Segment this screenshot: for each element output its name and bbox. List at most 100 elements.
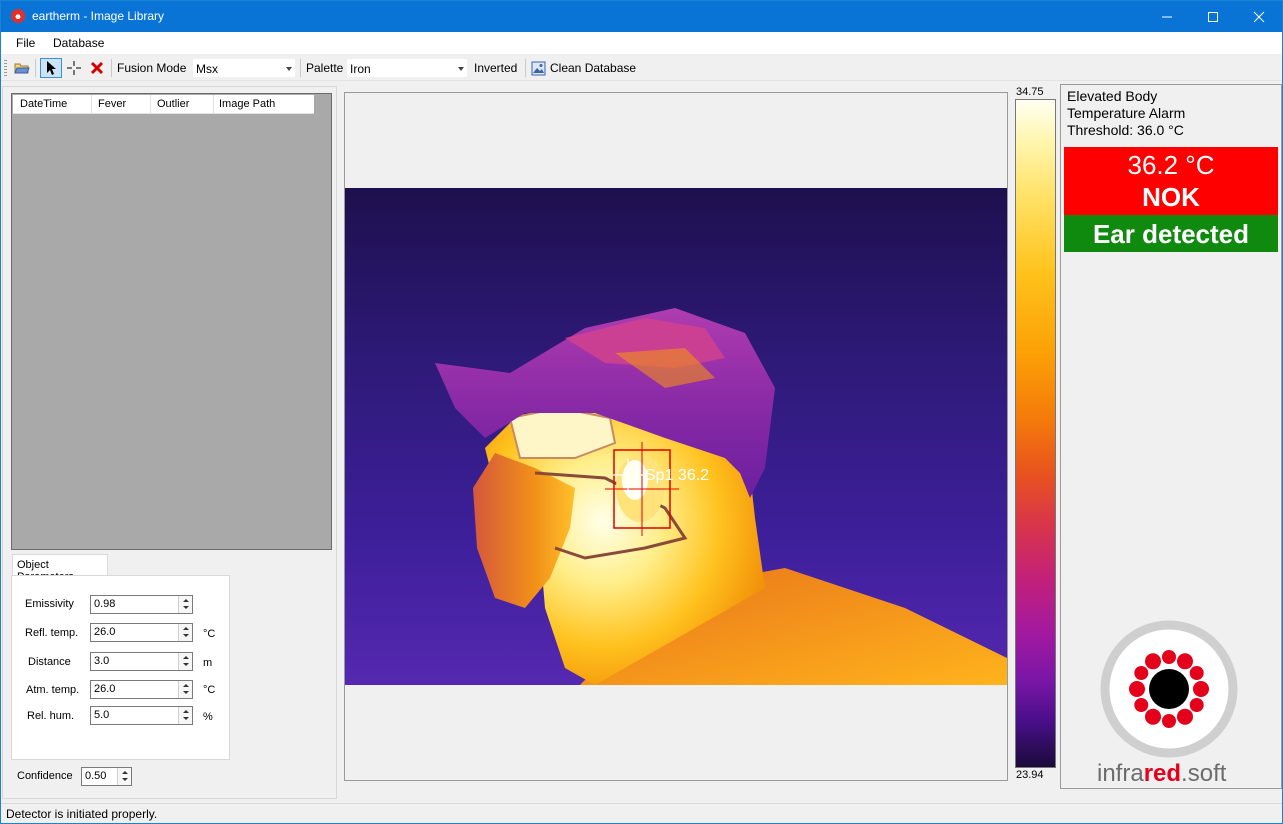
toolbar: Fusion Mode Msx Palette Iron Inverted Cl…	[1, 55, 1282, 81]
database-clean-icon	[531, 61, 545, 75]
arrow-down-icon	[183, 606, 189, 609]
stepper-buttons[interactable]	[178, 707, 192, 724]
palette-select[interactable]: Iron	[346, 58, 468, 78]
temperature-alarm-box: 36.2 °C NOK	[1064, 147, 1278, 215]
logo-dot	[1177, 653, 1193, 670]
logo-dot	[1177, 708, 1193, 725]
open-folder-button[interactable]	[11, 58, 33, 78]
crosshair-button[interactable]	[63, 58, 85, 78]
colorbar-max: 34.75	[1016, 86, 1044, 98]
logo-dot	[1129, 681, 1145, 697]
chevron-down-icon	[458, 67, 464, 71]
arrow-down-icon	[183, 634, 189, 637]
distance-stepper[interactable]: 3.0	[90, 652, 193, 671]
open-folder-icon	[14, 63, 30, 74]
image-list[interactable]: DateTime Fever Outlier Image Path	[11, 93, 332, 550]
arrow-up-icon	[183, 684, 189, 687]
list-header: DateTime Fever Outlier Image Path	[13, 95, 314, 114]
logo-dot	[1134, 698, 1149, 712]
column-outlier[interactable]: Outlier	[157, 98, 189, 110]
palette-value: Iron	[350, 62, 371, 76]
rel-hum-label: Rel. hum.	[27, 710, 75, 722]
close-icon	[1253, 11, 1265, 23]
emissivity-label: Emissivity	[25, 598, 74, 610]
arrow-down-icon	[122, 778, 128, 781]
fusion-mode-label: Fusion Mode	[117, 61, 187, 75]
minimize-icon	[1162, 16, 1172, 18]
close-button[interactable]	[1236, 1, 1282, 32]
fusion-mode-select[interactable]: Msx	[192, 58, 296, 78]
confidence-stepper[interactable]: 0.50	[81, 767, 132, 786]
logo-dot	[1189, 666, 1204, 680]
confidence-value: 0.50	[85, 770, 107, 782]
status-bar: Detector is initiated properly.	[1, 803, 1282, 823]
arrow-up-icon	[183, 710, 189, 713]
maximize-button[interactable]	[1190, 1, 1236, 32]
logo-text-c: .soft	[1181, 760, 1227, 787]
maximize-icon	[1208, 12, 1218, 22]
chevron-down-icon	[286, 67, 292, 71]
atm-temp-value: 26.0	[94, 683, 116, 695]
alarm-title-line2: Temperature Alarm	[1067, 105, 1186, 121]
app-window: eartherm - Image Library File Database F…	[0, 0, 1283, 824]
toolbar-grip[interactable]	[4, 60, 7, 76]
clean-database-button[interactable]: Clean Database	[550, 61, 636, 75]
minimize-button[interactable]	[1144, 1, 1190, 32]
refl-temp-unit: °C	[203, 628, 216, 640]
alarm-status: NOK	[1142, 182, 1200, 212]
stepper-buttons[interactable]	[117, 768, 131, 785]
column-datetime[interactable]: DateTime	[20, 98, 67, 110]
confidence-label: Confidence	[17, 770, 73, 782]
atm-temp-stepper[interactable]: 26.0	[90, 680, 193, 699]
logo-dot	[1145, 653, 1161, 670]
palette-label: Palette	[306, 61, 344, 75]
toolbar-separator	[525, 59, 526, 77]
stepper-buttons[interactable]	[178, 624, 192, 641]
arrow-up-icon	[183, 627, 189, 630]
app-icon	[11, 9, 25, 23]
atm-temp-unit: °C	[203, 684, 216, 696]
thermal-image-panel[interactable]: Sp1 36.2	[344, 92, 1008, 781]
column-fever[interactable]: Fever	[98, 98, 126, 110]
refl-temp-stepper[interactable]: 26.0	[90, 623, 193, 642]
pointer-button[interactable]	[40, 58, 62, 78]
object-parameters-panel: Emissivity 0.98 Refl. temp. 26.0 °C Dist…	[11, 575, 230, 760]
menu-database[interactable]: Database	[53, 36, 104, 50]
logo-dot	[1162, 714, 1176, 728]
toolbar-separator	[111, 59, 112, 77]
arrow-down-icon	[183, 663, 189, 666]
atm-temp-label: Atm. temp.	[26, 684, 80, 696]
logo-dot	[1134, 666, 1149, 680]
menu-file[interactable]: File	[16, 36, 35, 50]
stepper-buttons[interactable]	[178, 681, 192, 698]
stepper-buttons[interactable]	[178, 653, 192, 670]
toolbar-separator	[300, 59, 301, 77]
logo-dot	[1189, 698, 1204, 712]
delete-button[interactable]	[86, 58, 108, 78]
emissivity-stepper[interactable]: 0.98	[90, 595, 193, 614]
column-divider[interactable]	[91, 95, 92, 114]
detection-status-box: Ear detected	[1064, 215, 1278, 252]
rel-hum-unit: %	[203, 711, 213, 723]
column-image-path[interactable]: Image Path	[219, 98, 275, 110]
status-text: Detector is initiated properly.	[6, 807, 158, 821]
distance-unit: m	[203, 657, 213, 669]
measured-temperature: 36.2 °C	[1127, 150, 1215, 180]
window-title: eartherm - Image Library	[32, 9, 165, 23]
inverted-toggle[interactable]: Inverted	[474, 61, 517, 75]
thermal-image[interactable]: Sp1 36.2	[345, 188, 1007, 685]
pointer-icon	[47, 61, 56, 75]
column-divider[interactable]	[213, 95, 214, 114]
alarm-threshold: Threshold: 36.0 °C	[1067, 122, 1184, 138]
tab-object-parameters[interactable]: Object Parameters	[12, 554, 108, 583]
refl-temp-label: Refl. temp.	[25, 627, 79, 639]
column-divider[interactable]	[150, 95, 151, 114]
clean-database-icon-button[interactable]	[528, 58, 548, 78]
fusion-mode-value: Msx	[196, 62, 218, 76]
logo-dot	[1145, 708, 1161, 725]
infrared-soft-logo	[1100, 620, 1238, 758]
stepper-buttons[interactable]	[178, 596, 192, 613]
rel-hum-stepper[interactable]: 5.0	[90, 706, 193, 725]
arrow-up-icon	[183, 599, 189, 602]
crosshair-icon	[67, 61, 81, 75]
